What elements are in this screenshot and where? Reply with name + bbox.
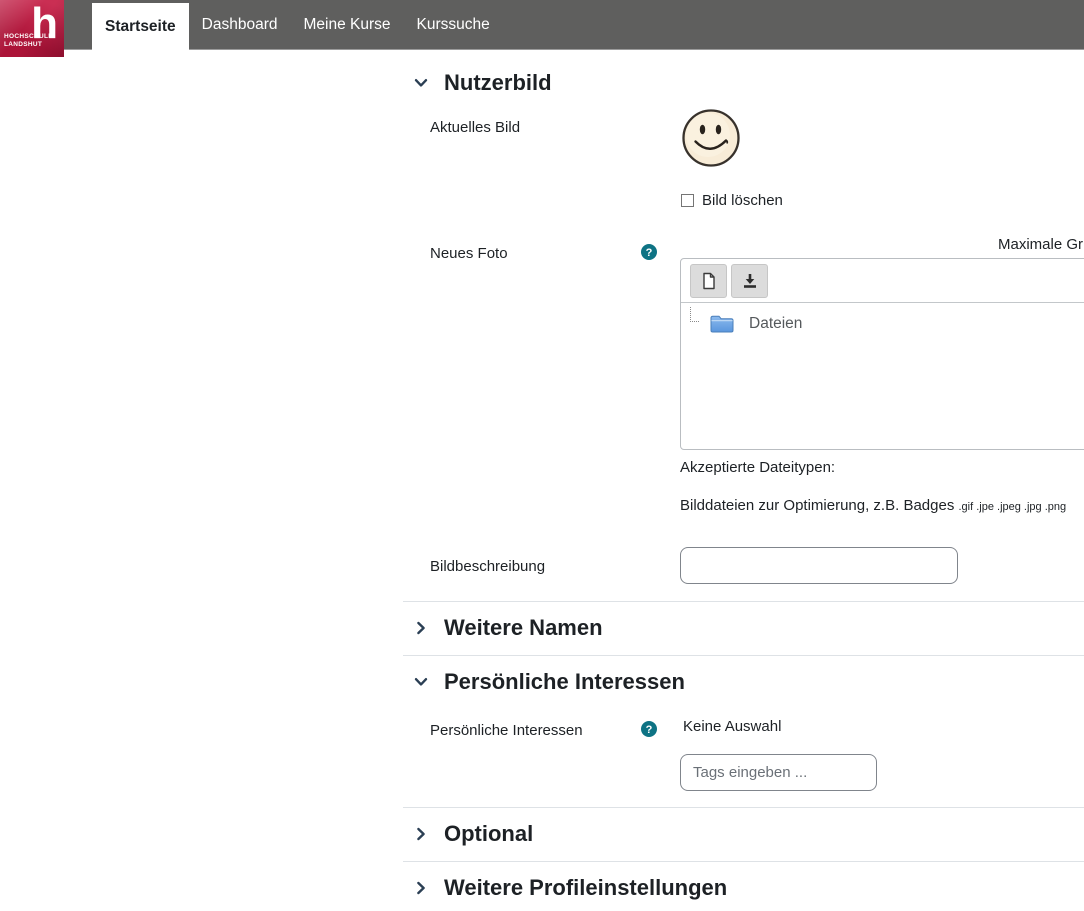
dateien-folder-label[interactable]: Dateien: [749, 315, 802, 333]
new-file-icon: [699, 271, 719, 291]
chevron-down-icon[interactable]: [413, 674, 429, 690]
download-all-button[interactable]: [731, 264, 768, 298]
bild-loeschen-checkbox[interactable]: [681, 194, 694, 207]
chevron-down-icon[interactable]: [413, 75, 429, 91]
nav-tab-meine-kurse[interactable]: Meine Kurse: [290, 0, 403, 50]
keine-auswahl-text: Keine Auswahl: [680, 717, 1084, 737]
file-manager-tree: Dateien: [681, 303, 1084, 334]
section-header-optional[interactable]: Optional: [403, 808, 1084, 861]
chevron-right-icon[interactable]: [413, 880, 429, 896]
section-header-weitere-profileinstellungen[interactable]: Weitere Profileinstellungen: [403, 862, 1084, 911]
filetype-extensions: .gif .jpe .jpeg .jpg .png: [959, 501, 1067, 513]
svg-text:?: ?: [646, 724, 653, 736]
nav-tab-startseite[interactable]: Startseite: [92, 3, 189, 50]
section-title-nutzerbild[interactable]: Nutzerbild: [444, 68, 552, 98]
bild-loeschen-label[interactable]: Bild löschen: [702, 192, 783, 209]
bildbeschreibung-label: Bildbeschreibung: [430, 557, 545, 577]
form-row-neues-foto: Neues Foto ? Maximale Gr: [403, 236, 1084, 517]
file-manager: Dateien: [680, 258, 1084, 450]
section-header-weitere-namen[interactable]: Weitere Namen: [403, 602, 1084, 655]
accepted-filetypes-heading: Akzeptierte Dateitypen:: [680, 458, 1084, 478]
section-title-weitere-profileinstellungen[interactable]: Weitere Profileinstellungen: [444, 873, 727, 903]
top-navbar: h HOCHSCHULE LANDSHUT Startseite Dashboa…: [0, 0, 1084, 50]
section-title-weitere-namen[interactable]: Weitere Namen: [444, 613, 603, 643]
file-manager-toolbar: [681, 259, 1084, 303]
bild-loeschen-row: Bild löschen: [680, 190, 1084, 210]
section-title-persoenliche-interessen[interactable]: Persönliche Interessen: [444, 667, 685, 697]
neues-foto-label: Neues Foto: [430, 244, 508, 264]
chevron-right-icon[interactable]: [413, 620, 429, 636]
add-file-button[interactable]: [690, 264, 727, 298]
section-header-persoenliche-interessen[interactable]: Persönliche Interessen: [403, 656, 1084, 709]
aktuelles-bild-label: Aktuelles Bild: [430, 118, 520, 138]
download-icon: [740, 271, 760, 291]
primary-navigation: Startseite Dashboard Meine Kurse Kurssuc…: [0, 0, 1084, 50]
hochschule-landshut-logo[interactable]: h HOCHSCHULE LANDSHUT: [0, 0, 64, 57]
filetype-description[interactable]: Bilddateien zur Optimierung, z.B. Badges: [680, 497, 954, 514]
help-icon[interactable]: ?: [641, 244, 657, 260]
nav-tab-kurssuche[interactable]: Kurssuche: [404, 0, 503, 50]
bildbeschreibung-input[interactable]: [680, 547, 958, 584]
nav-tab-dashboard[interactable]: Dashboard: [189, 0, 291, 50]
profile-edit-form: Nutzerbild Aktuelles Bild Bild löschen N…: [403, 68, 1084, 911]
section-header-nutzerbild[interactable]: Nutzerbild: [403, 68, 1084, 98]
persoenliche-interessen-label: Persönliche Interessen: [430, 721, 583, 741]
form-row-persoenliche-interessen: Persönliche Interessen ? Keine Auswahl: [403, 717, 1084, 807]
tags-input[interactable]: [680, 754, 877, 791]
accepted-filetypes-list: Bilddateien zur Optimierung, z.B. Badges…: [680, 496, 1084, 517]
section-title-optional[interactable]: Optional: [444, 819, 533, 849]
logo-wordmark: HOCHSCHULE LANDSHUT: [4, 33, 53, 48]
max-filesize-text: Maximale Gr: [998, 236, 1084, 258]
form-row-bildbeschreibung: Bildbeschreibung: [403, 547, 1084, 584]
folder-icon: [709, 313, 735, 334]
help-icon[interactable]: ?: [641, 721, 657, 737]
svg-text:?: ?: [646, 247, 653, 259]
chevron-right-icon[interactable]: [413, 826, 429, 842]
form-row-aktuelles-bild: Aktuelles Bild Bild löschen: [403, 108, 1084, 210]
current-profile-picture-smiley: [681, 108, 741, 168]
dateien-folder-item[interactable]: Dateien: [709, 313, 1084, 334]
tree-connector: [690, 307, 699, 322]
